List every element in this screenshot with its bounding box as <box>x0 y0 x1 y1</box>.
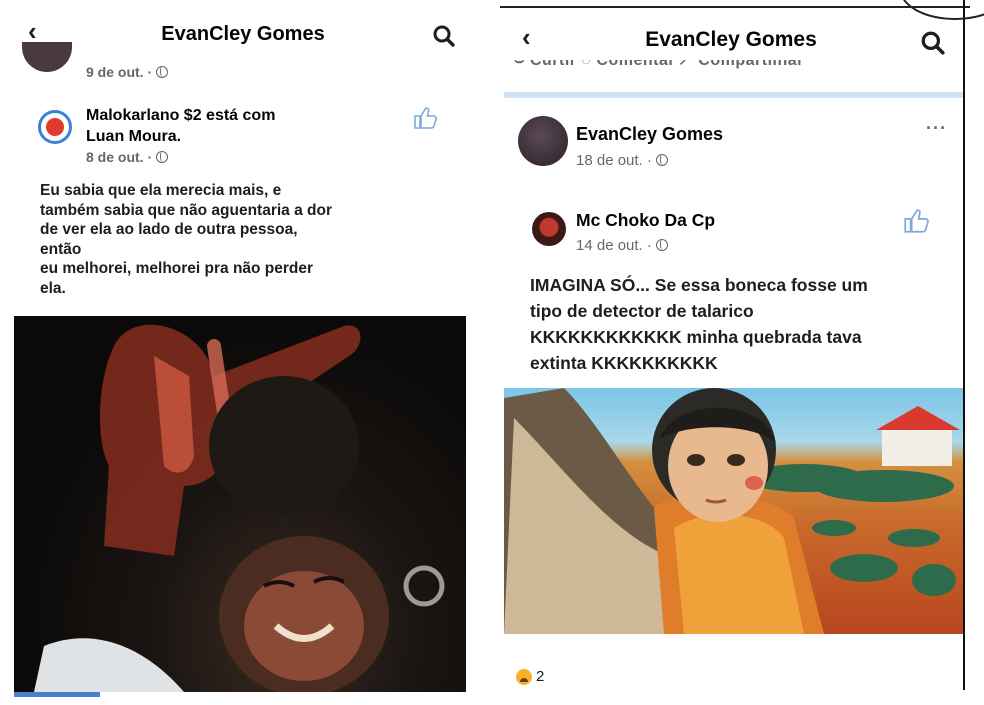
sharer-name[interactable]: EvanCley Gomes <box>576 124 723 145</box>
avatar[interactable] <box>38 110 72 144</box>
like-thumb-icon[interactable] <box>412 106 438 130</box>
post-text-line: IMAGINA SÓ... Se essa boneca fosse um <box>530 275 868 295</box>
page-title: EvanCley Gomes <box>645 28 817 51</box>
globe-icon <box>655 239 668 251</box>
post-text: Eu sabia que ela merecia mais, e também … <box>40 181 332 298</box>
doll-illustration <box>504 388 960 634</box>
post-text-line: então <box>40 240 82 258</box>
original-author-name[interactable]: Mc Choko Da Cp <box>576 210 715 231</box>
post-date: 14 de out. · <box>576 237 668 254</box>
avatar[interactable] <box>532 212 566 246</box>
right-screenshot: ‹ EvanCley Gomes ⌣ Curtir ◌ Comentar ↗ C… <box>500 0 970 705</box>
post-author[interactable]: Malokarlano $2 está com <box>86 107 275 125</box>
like-thumb-icon[interactable] <box>902 208 930 234</box>
post-text-line: eu melhorei, melhorei pra não perder <box>40 260 314 277</box>
search-icon[interactable] <box>432 24 456 48</box>
post-date: 18 de out. · <box>576 152 668 169</box>
globe-icon <box>655 154 668 166</box>
post-text-line: de ver ela ao lado de outra pessoa, <box>40 221 298 238</box>
avatar[interactable] <box>518 116 568 166</box>
globe-icon <box>156 66 169 78</box>
top-bar: ‹ EvanCley Gomes <box>0 12 486 56</box>
post-text-line: tipo de detector de talarico <box>530 301 754 321</box>
divider <box>963 0 965 690</box>
tagged-user[interactable]: Luan Moura. <box>86 128 181 146</box>
action-bar[interactable]: ⌣ Curtir ◌ Comentar ↗ Compartilhar <box>514 60 964 82</box>
reaction-summary[interactable]: 2 <box>516 668 544 685</box>
divider <box>504 92 964 98</box>
post-text-line: Eu sabia que ela merecia mais, e <box>40 182 282 199</box>
page-title: EvanCley Gomes <box>161 22 325 45</box>
top-bar: ‹ EvanCley Gomes <box>500 18 970 62</box>
search-icon[interactable] <box>920 30 946 56</box>
post-text-line: KKKKKKKKKKKK minha quebrada tava <box>530 327 862 347</box>
action-bar-label: ⌣ Curtir ◌ Comentar ↗ Compartilhar <box>514 60 804 69</box>
selfie-illustration <box>34 324 445 692</box>
post-photo[interactable] <box>14 316 466 692</box>
post-date: 8 de out. · <box>86 149 169 165</box>
more-options-icon[interactable]: ··· <box>926 118 947 139</box>
reaction-count: 2 <box>536 668 545 685</box>
post-date: 9 de out. · <box>86 64 169 80</box>
post-text: IMAGINA SÓ... Se essa boneca fosse um ti… <box>530 272 868 376</box>
post-text-line: extinta KKKKKKKKKK <box>530 353 718 373</box>
post-text-line: também sabia que não aguentaria a dor <box>40 201 332 219</box>
post-text-line: ela. <box>40 279 66 297</box>
progress-indicator <box>14 692 100 697</box>
sad-reaction-icon <box>516 668 532 685</box>
post-photo[interactable] <box>504 388 964 634</box>
globe-icon <box>156 151 169 163</box>
avatar[interactable] <box>22 42 72 72</box>
left-screenshot: ‹ EvanCley Gomes 9 de out. · Malokarlano… <box>0 0 486 705</box>
